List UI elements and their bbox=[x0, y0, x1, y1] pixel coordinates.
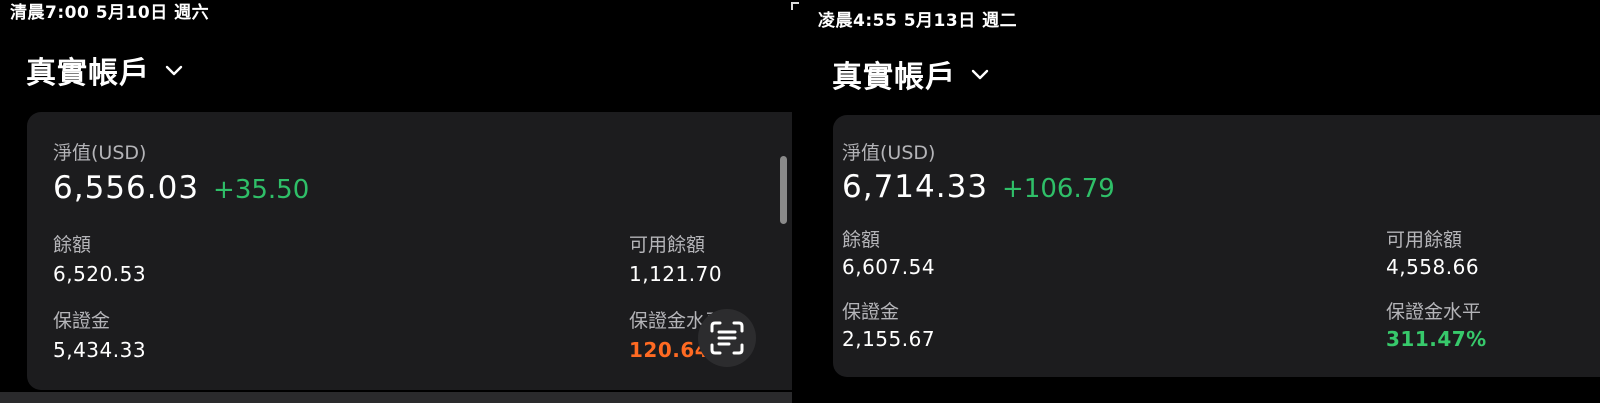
equity-change: +106.79 bbox=[1002, 174, 1115, 204]
account-title: 真實帳戶 bbox=[832, 60, 956, 95]
chevron-down-icon bbox=[165, 65, 183, 76]
available-balance-label: 可用餘額 bbox=[1386, 229, 1463, 251]
account-title: 真實帳戶 bbox=[26, 56, 150, 91]
equity-value: 6,714.33 bbox=[842, 169, 989, 205]
equity-change: +35.50 bbox=[213, 175, 310, 205]
equity-row: 6,714.33 +106.79 bbox=[842, 169, 1115, 205]
status-bar-time: 凌晨4:55 5月13日 週二 bbox=[818, 11, 1018, 31]
account-summary-card: 淨值(USD) 6,556.03 +35.50 餘額 6,520.53 可用餘額… bbox=[27, 112, 792, 390]
margin-level-value: 311.47% bbox=[1386, 327, 1487, 351]
margin-level-label: 保證金水平 bbox=[1386, 301, 1482, 323]
balance-value: 6,607.54 bbox=[842, 255, 936, 279]
scan-text-button[interactable] bbox=[698, 309, 756, 367]
balance-value: 6,520.53 bbox=[53, 262, 147, 286]
account-summary-card: 淨值(USD) 6,714.33 +106.79 餘額 6,607.54 可用餘… bbox=[833, 115, 1600, 377]
available-balance-value: 4,558.66 bbox=[1386, 255, 1480, 279]
chevron-down-icon bbox=[971, 69, 989, 80]
bottom-card-edge bbox=[0, 392, 792, 403]
account-selector[interactable]: 真實帳戶 bbox=[26, 48, 184, 92]
scan-text-icon bbox=[710, 321, 744, 355]
margin-label: 保證金 bbox=[842, 301, 900, 323]
equity-row: 6,556.03 +35.50 bbox=[53, 170, 309, 206]
margin-value: 5,434.33 bbox=[53, 338, 147, 362]
panel-divider bbox=[792, 0, 808, 403]
equity-label: 淨值(USD) bbox=[53, 142, 147, 164]
left-screenshot-panel: 清晨7:00 5月10日 週六 真實帳戶 淨值(USD) 6,556.03 +3… bbox=[0, 0, 792, 403]
screenshot-root: 清晨7:00 5月10日 週六 真實帳戶 淨值(USD) 6,556.03 +3… bbox=[0, 0, 1600, 403]
available-balance-value: 1,121.70 bbox=[629, 262, 723, 286]
equity-value: 6,556.03 bbox=[53, 170, 200, 206]
account-selector[interactable]: 真實帳戶 bbox=[832, 52, 990, 96]
margin-value: 2,155.67 bbox=[842, 327, 936, 351]
status-bar-time: 清晨7:00 5月10日 週六 bbox=[10, 3, 210, 23]
scrollbar-thumb[interactable] bbox=[780, 156, 787, 224]
margin-level-value: 120.64 bbox=[629, 338, 710, 362]
corner-mark bbox=[791, 2, 799, 10]
balance-label: 餘額 bbox=[842, 229, 881, 251]
equity-label: 淨值(USD) bbox=[842, 142, 936, 164]
balance-label: 餘額 bbox=[53, 234, 92, 256]
margin-label: 保證金 bbox=[53, 310, 111, 332]
available-balance-label: 可用餘額 bbox=[629, 234, 706, 256]
right-screenshot-panel: 凌晨4:55 5月13日 週二 真實帳戶 淨值(USD) 6,714.33 +1… bbox=[808, 0, 1600, 403]
